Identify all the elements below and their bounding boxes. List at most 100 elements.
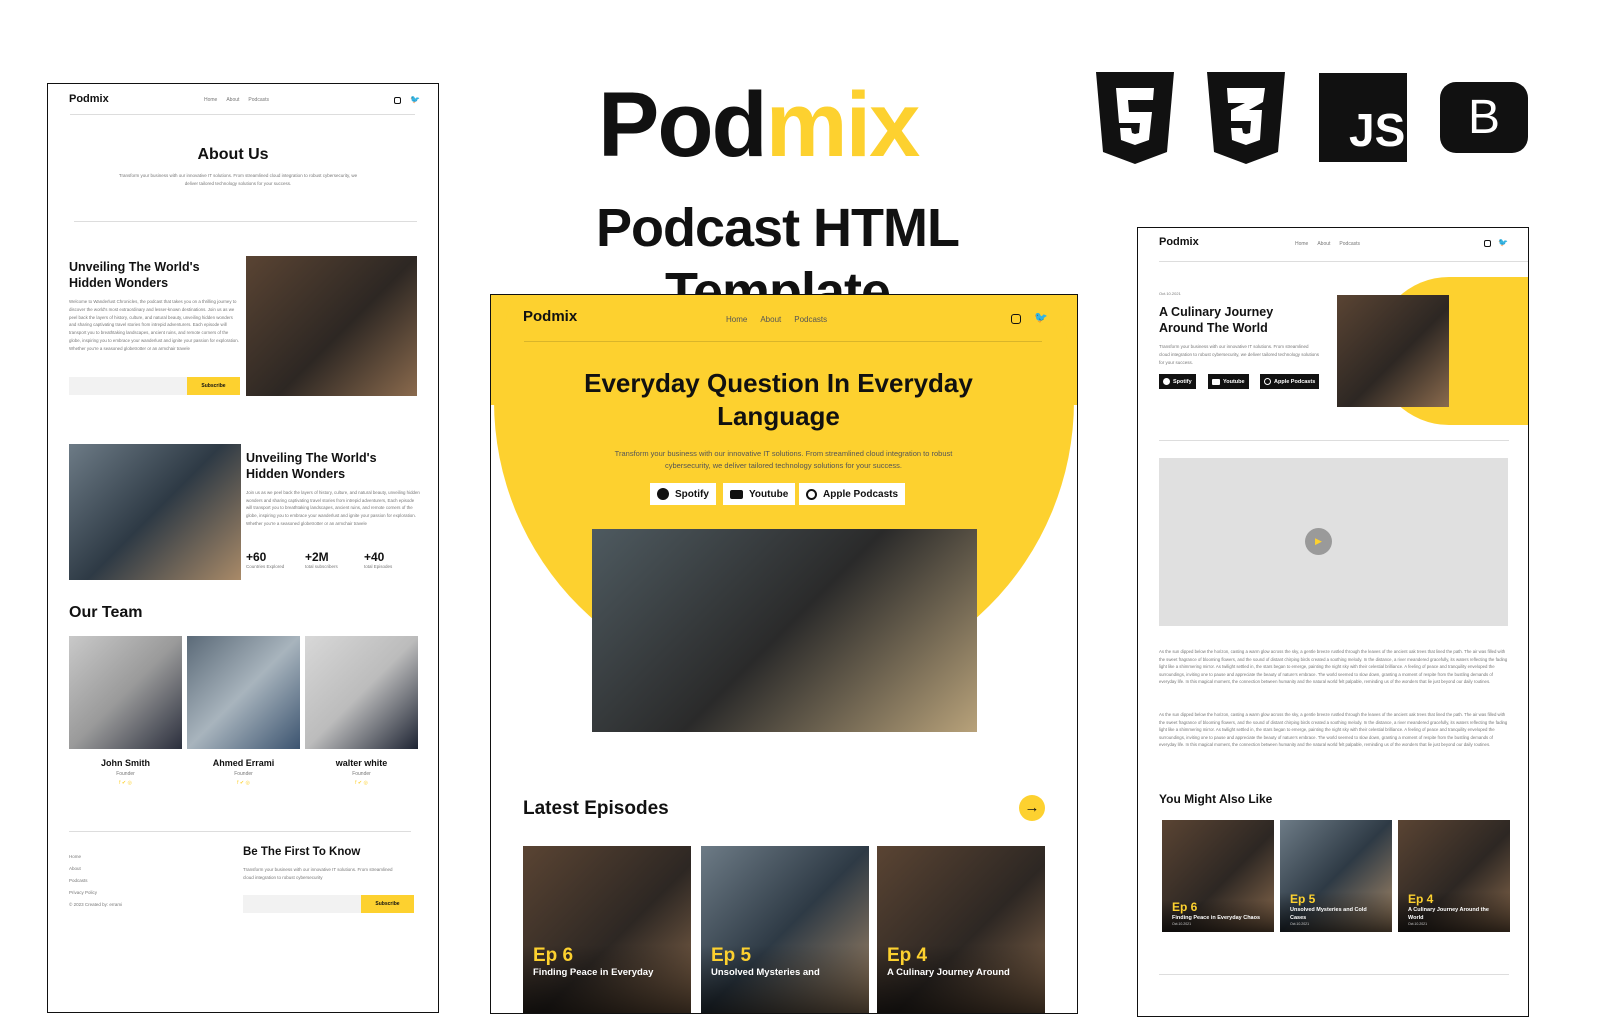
about-page-preview: Podmix Home About Podcasts 🐦 About Us Tran…	[47, 83, 439, 1013]
nav-home[interactable]: Home	[1295, 241, 1308, 247]
footer-links: Home About Podcasts Privacy Policy © 202…	[69, 851, 122, 911]
css3-icon	[1207, 72, 1285, 164]
hero-desc: Transform your business with our innovat…	[614, 449, 953, 470]
episode-card[interactable]: Ep 4A Culinary Journey Around	[877, 846, 1045, 1013]
related-card[interactable]: Ep 4A Culinary Journey Around the World O…	[1398, 820, 1510, 932]
social-icons[interactable]: f ✔ ◎	[69, 780, 182, 786]
nav-logo[interactable]: Podmix	[69, 93, 109, 105]
podcaster-photo	[246, 256, 417, 396]
twitter-icon[interactable]: 🐦	[1034, 311, 1048, 324]
episode-page-preview: Podmix Home About Podcasts 🐦 Oct.10.2021 A…	[1137, 227, 1529, 1017]
bootstrap-icon: B	[1440, 82, 1528, 153]
footer-link[interactable]: About	[69, 863, 122, 875]
twitter-icon[interactable]: 🐦	[1498, 238, 1508, 247]
stat-value: +40	[364, 550, 385, 564]
nav-podcasts[interactable]: Podcasts	[1339, 241, 1360, 247]
team-role: Founder	[234, 771, 253, 777]
nav-home[interactable]: Home	[726, 315, 747, 324]
latest-episodes-title: Latest Episodes	[523, 798, 669, 819]
team-photo	[305, 636, 418, 749]
podcaster-photo-2	[69, 444, 241, 580]
youtube-button[interactable]: Youtube	[1208, 374, 1249, 389]
next-arrow-button[interactable]: →	[1019, 795, 1045, 821]
episode-date: Oct.10.2021	[1159, 291, 1181, 296]
team-name: Ahmed Errami	[212, 758, 275, 768]
newsletter-subscribe-button[interactable]: Subscribe	[361, 895, 414, 913]
video-player[interactable]: ▶	[1159, 458, 1508, 626]
home-page-preview: Podmix Home About Podcasts 🐦 Everyday Ques…	[490, 294, 1078, 1014]
team-name: walter white	[335, 758, 388, 768]
newsletter-desc: Transform your business with our innovat…	[243, 867, 393, 880]
episode-card[interactable]: Ep 5 Unsolved Mysteries and	[701, 846, 869, 1013]
episode-title: A Culinary Journey Around The World	[1159, 305, 1274, 335]
about-desc: Transform your business with our innovat…	[118, 173, 358, 186]
footer-link[interactable]: Privacy Policy	[69, 887, 122, 899]
brand-pod: Pod	[598, 74, 768, 176]
related-card[interactable]: Ep 5 Unsolved Mysteries and Cold Cases Oct…	[1280, 820, 1392, 932]
stat-label: total Episodes	[364, 564, 393, 569]
apple-podcasts-button[interactable]: Apple Podcasts	[1260, 374, 1320, 389]
subscribe-input[interactable]	[69, 377, 187, 395]
newsletter-title: Be The First To Know	[243, 846, 361, 858]
youtube-icon	[730, 489, 743, 499]
spotify-icon	[1163, 378, 1170, 385]
newsletter-input[interactable]	[243, 895, 361, 913]
footer-link[interactable]: Podcasts	[69, 875, 122, 887]
javascript-icon: JS	[1319, 73, 1407, 162]
instagram-icon[interactable]	[1484, 240, 1491, 247]
youtube-icon	[1212, 378, 1220, 385]
copyright: © 2023 Created by: errami	[69, 902, 123, 907]
team-role: Founder	[352, 771, 371, 777]
hero-photo	[592, 529, 977, 732]
spotify-icon	[657, 488, 669, 500]
footer-link[interactable]: Home	[69, 851, 122, 863]
instagram-icon[interactable]	[1011, 314, 1021, 324]
twitter-icon[interactable]: 🐦	[410, 95, 420, 104]
brand-logo: Podmix	[598, 70, 921, 180]
apple-podcasts-button[interactable]: Apple Podcasts	[799, 483, 906, 505]
nav-about[interactable]: About	[226, 97, 239, 103]
team-photo	[187, 636, 300, 749]
episode-photo	[1337, 295, 1449, 407]
html5-icon	[1096, 72, 1174, 164]
nav-about[interactable]: About	[1317, 241, 1330, 247]
nav-podcasts[interactable]: Podcasts	[794, 315, 827, 324]
spotify-button[interactable]: Spotify	[1159, 374, 1196, 389]
stat-label: Countries Explored	[246, 564, 285, 569]
episode-paragraph: As the sun dipped below the horizon, cas…	[1159, 649, 1508, 685]
section2-title: Unveiling The World's Hidden Wonders	[246, 451, 377, 481]
team-name: John Smith	[101, 758, 150, 768]
team-photo	[69, 636, 182, 749]
spotify-button[interactable]: Spotify	[650, 483, 716, 505]
related-title: You Might Also Like	[1159, 792, 1273, 806]
section1-text: Welcome to Wanderlust Chronicles, the po…	[69, 299, 239, 351]
episode-card[interactable]: Ep 6 Finding Peace in Everyday	[523, 846, 691, 1013]
about-title: About Us	[197, 146, 269, 163]
apple-podcasts-icon	[806, 488, 817, 500]
nav-about[interactable]: About	[760, 315, 781, 324]
social-icons[interactable]: f ✔ ◎	[187, 780, 300, 786]
related-card[interactable]: Ep 6 Finding Peace in Everyday Chaos Oct.1…	[1162, 820, 1274, 932]
nav-home[interactable]: Home	[204, 97, 217, 103]
section1-title: Unveiling The World's Hidden Wonders	[69, 260, 200, 290]
episode-paragraph: As the sun dipped below the horizon, cas…	[1159, 712, 1508, 748]
nav-logo[interactable]: Podmix	[523, 308, 577, 325]
stats: +60 Countries Explored +2M total subscribe…	[246, 550, 423, 569]
hero-title: Everyday Question In Everyday Language	[584, 368, 973, 431]
team-title: Our Team	[69, 604, 143, 621]
episode-desc: Transform your business with our innovat…	[1159, 344, 1320, 365]
social-icons[interactable]: f ✔ ◎	[305, 780, 418, 786]
subscribe-button[interactable]: Subscribe	[187, 377, 240, 395]
instagram-icon[interactable]	[394, 97, 401, 104]
nav-logo[interactable]: Podmix	[1159, 236, 1199, 248]
stat-value: +60	[246, 550, 267, 564]
play-button[interactable]: ▶	[1305, 528, 1332, 555]
stat-value: +2M	[305, 550, 329, 564]
brand-mix: mix	[765, 74, 921, 176]
apple-podcasts-icon	[1264, 378, 1271, 385]
nav-podcasts[interactable]: Podcasts	[248, 97, 269, 103]
youtube-button[interactable]: Youtube	[723, 483, 796, 505]
section2-text: Join us as we peel back the layers of hi…	[246, 490, 420, 526]
stat-label: total subscribers	[305, 564, 338, 569]
team-role: Founder	[116, 771, 135, 777]
